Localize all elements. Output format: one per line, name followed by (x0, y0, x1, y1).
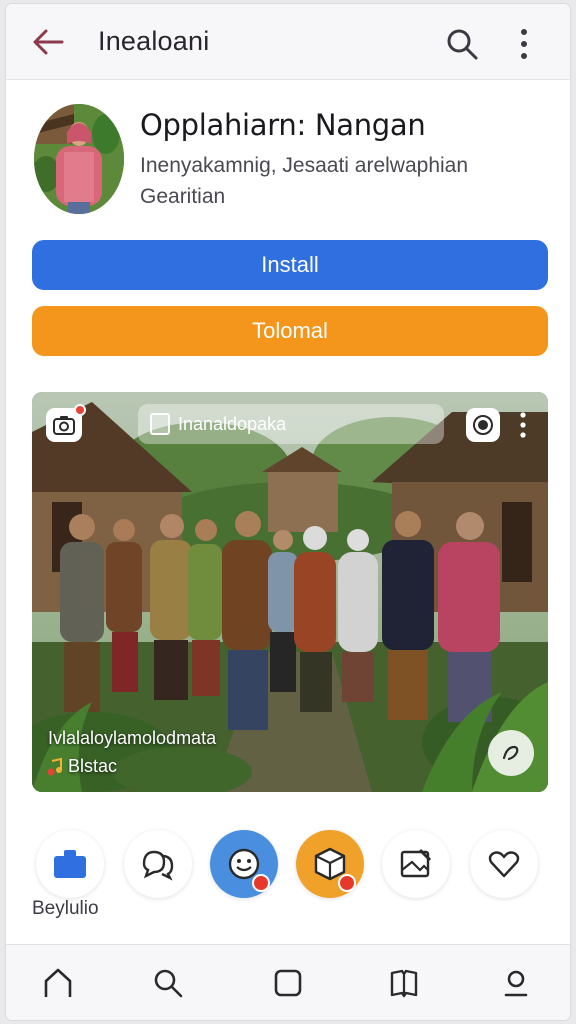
swirl-icon (502, 745, 519, 761)
search-button[interactable] (444, 26, 480, 62)
search-icon (154, 969, 183, 998)
app-avatar (34, 104, 124, 214)
media-caption: Ivlalaloylamolodmata (48, 728, 217, 748)
install-button[interactable]: Install (32, 240, 548, 290)
chat-action-button[interactable] (124, 830, 192, 898)
page-title: Inealoani (98, 26, 210, 56)
profile-icon (504, 970, 528, 997)
book-icon (390, 969, 418, 998)
app-subtitle: Inenyakamnig, Jesaati arelwaphian Gearit… (140, 154, 469, 208)
nav-library[interactable] (384, 963, 424, 1003)
app-bar: Inealoani (6, 4, 570, 80)
badge-dot (252, 874, 270, 892)
bottom-navigation (6, 944, 570, 1020)
person-portrait-icon (34, 104, 124, 214)
action-row: Beylulio (6, 824, 570, 924)
media-more-button[interactable] (516, 410, 530, 440)
image-edit-icon (400, 848, 432, 878)
image-edit-action-button[interactable] (382, 830, 450, 898)
camera-icon (53, 416, 75, 435)
briefcase-action-button[interactable] (36, 830, 104, 898)
camera-button[interactable] (46, 404, 86, 442)
chat-icon (142, 850, 174, 881)
media-source-label: Blstac (68, 756, 118, 776)
record-button[interactable] (466, 408, 500, 442)
home-icon (44, 968, 72, 997)
arrow-left-icon (33, 29, 64, 55)
more-vertical-icon (520, 412, 526, 438)
record-icon (473, 415, 493, 435)
app-name: Opplahiarn: Nangan (140, 108, 426, 142)
media-overlay-title: Inanaldopaka (178, 413, 287, 434)
heart-icon (488, 851, 520, 878)
secondary-button[interactable]: Tolomal (32, 306, 548, 356)
square-icon (274, 969, 302, 997)
app-header: Opplahiarn: Nangan Inenyakamnig, Jesaati… (6, 80, 570, 230)
nav-square[interactable] (268, 963, 308, 1003)
media-preview[interactable]: Inanaldopaka Ivlalaloylamolodmata Blstac (32, 392, 548, 792)
nav-search[interactable] (148, 963, 188, 1003)
media-source: Blstac (46, 756, 117, 777)
nav-profile[interactable] (496, 963, 536, 1003)
app-window: Inealoani Opplahiarn: Nangan Inenyakamni… (6, 4, 570, 1020)
box-action-button[interactable] (296, 830, 364, 898)
more-vertical-icon (521, 29, 527, 59)
back-button[interactable] (28, 24, 68, 60)
briefcase-icon (54, 850, 86, 878)
notification-dot (74, 404, 86, 416)
media-action-button[interactable] (488, 730, 534, 776)
search-icon (447, 29, 478, 60)
music-note-icon (47, 757, 62, 775)
document-icon (150, 413, 170, 435)
smile-action-button[interactable] (210, 830, 278, 898)
heart-action-button[interactable] (470, 830, 538, 898)
action-label: Beylulio (32, 898, 99, 919)
badge-dot (338, 874, 356, 892)
more-options-button[interactable] (510, 26, 538, 62)
nav-home[interactable] (38, 963, 78, 1003)
media-title-pill[interactable]: Inanaldopaka (138, 404, 444, 444)
